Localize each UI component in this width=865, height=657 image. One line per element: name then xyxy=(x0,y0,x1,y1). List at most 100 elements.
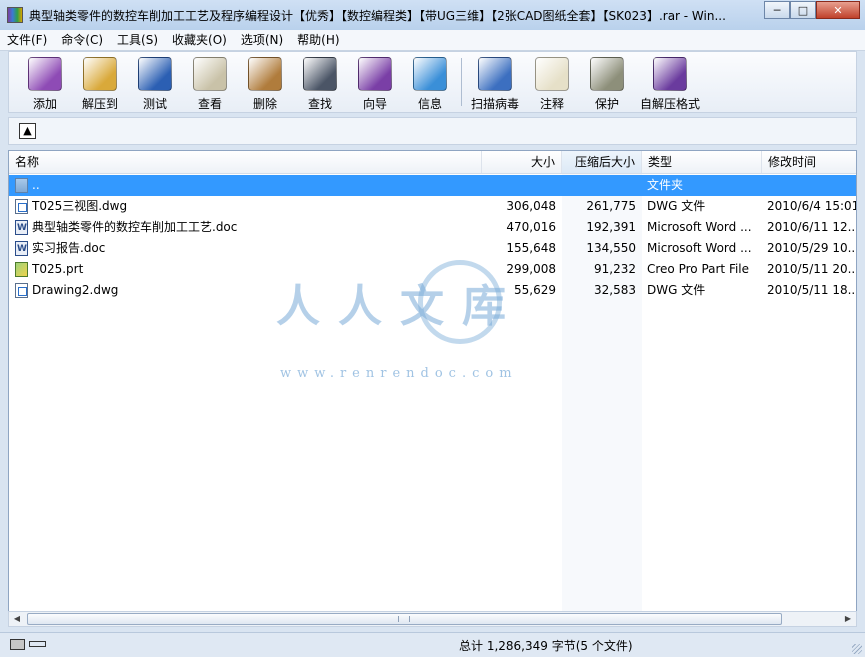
menu-commands[interactable]: 命令(C) xyxy=(54,30,110,50)
table-row[interactable]: 实习报告.doc 155,648 134,550 Microsoft Word … xyxy=(9,238,857,260)
scan-virus-button-label: 扫描病毒 xyxy=(470,97,519,111)
file-packed-size: 91,232 xyxy=(594,262,636,276)
file-name: .. xyxy=(32,178,40,192)
column-header-type[interactable]: 类型 xyxy=(642,151,762,173)
drive-icon[interactable] xyxy=(10,639,25,650)
sfx-icon xyxy=(653,57,687,91)
comment-button[interactable]: 注释 xyxy=(524,55,580,111)
add-archive-icon xyxy=(28,57,62,91)
protect-button[interactable]: 保护 xyxy=(579,55,635,111)
info-button-label: 信息 xyxy=(417,97,442,111)
file-name: Drawing2.dwg xyxy=(32,283,119,297)
toolbar-separator xyxy=(461,58,462,106)
extract-to-button-label: 解压到 xyxy=(81,97,118,111)
file-type: Microsoft Word ... xyxy=(647,241,752,255)
delete-button[interactable]: 删除 xyxy=(237,55,293,111)
file-size: 155,648 xyxy=(506,241,556,255)
column-header-packed[interactable]: 压缩后大小 xyxy=(562,151,642,173)
menu-bar: 文件(F) 命令(C) 工具(S) 收藏夹(O) 选项(N) 帮助(H) xyxy=(0,30,865,51)
dwg-file-icon xyxy=(15,199,28,214)
sfx-button[interactable]: 自解压格式 xyxy=(635,55,705,111)
window-title: 典型轴类零件的数控车削加工工艺及程序编程设计【优秀】【数控编程类】【带UG三维】… xyxy=(29,9,726,23)
menu-favorites[interactable]: 收藏夹(O) xyxy=(165,30,234,50)
resize-grip-icon[interactable] xyxy=(852,644,862,654)
file-name: T025三视图.dwg xyxy=(32,199,128,213)
menu-options[interactable]: 选项(N) xyxy=(234,30,290,50)
file-packed-size xyxy=(562,175,636,196)
file-rows: .. 文件夹 T025三视图.dwg 306,048 261,775 DWG 文… xyxy=(9,175,857,301)
protect-icon xyxy=(590,57,624,91)
file-type: DWG 文件 xyxy=(647,283,706,297)
table-row[interactable]: Drawing2.dwg 55,629 32,583 DWG 文件 2010/5… xyxy=(9,280,857,301)
word-file-icon xyxy=(15,239,28,260)
file-modified: 2010/6/11 12... xyxy=(767,220,857,234)
table-row[interactable]: T025.prt 299,008 91,232 Creo Pro Part Fi… xyxy=(9,259,857,280)
folder-icon xyxy=(15,178,28,193)
file-packed-size: 134,550 xyxy=(586,241,636,255)
comment-icon xyxy=(535,57,569,91)
part-file-icon xyxy=(15,262,28,277)
up-folder-button[interactable]: ▲ xyxy=(19,123,36,139)
file-type: 文件夹 xyxy=(647,178,684,192)
sfx-button-label: 自解压格式 xyxy=(639,97,700,111)
add-button[interactable]: 添加 xyxy=(17,55,73,111)
word-file-icon xyxy=(15,218,28,239)
file-name: T025.prt xyxy=(32,262,84,276)
file-modified: 2010/5/11 18... xyxy=(767,283,857,297)
dwg-file-icon xyxy=(15,283,28,298)
extract-to-icon xyxy=(83,57,117,91)
wizard-button-label: 向导 xyxy=(362,97,387,111)
scan-virus-button[interactable]: 扫描病毒 xyxy=(467,55,523,111)
key-icon[interactable] xyxy=(29,641,46,647)
scrollbar-grip-icon xyxy=(398,616,410,622)
info-button[interactable]: 信息 xyxy=(402,55,458,111)
view-button[interactable]: 查看 xyxy=(182,55,238,111)
find-button-label: 查找 xyxy=(307,97,332,111)
find-button[interactable]: 查找 xyxy=(292,55,348,111)
delete-button-label: 删除 xyxy=(252,97,277,111)
table-row[interactable]: T025三视图.dwg 306,048 261,775 DWG 文件 2010/… xyxy=(9,196,857,217)
column-header-modified[interactable]: 修改时间 xyxy=(762,151,856,173)
title-bar: 典型轴类零件的数控车削加工工艺及程序编程设计【优秀】【数控编程类】【带UG三维】… xyxy=(0,0,865,31)
file-size xyxy=(482,175,556,196)
file-size: 470,016 xyxy=(506,220,556,234)
extract-to-button[interactable]: 解压到 xyxy=(72,55,128,111)
scroll-right-icon[interactable]: ▶ xyxy=(840,612,856,626)
horizontal-scrollbar[interactable]: ◀ ▶ xyxy=(8,611,857,627)
winrar-app-icon xyxy=(7,7,23,23)
file-name: 典型轴类零件的数控车削加工工艺.doc xyxy=(32,220,238,234)
minimize-button[interactable]: ─ xyxy=(764,1,790,19)
file-packed-size: 32,583 xyxy=(594,283,636,297)
list-header: 名称 大小 压缩后大小 类型 修改时间 xyxy=(9,151,856,174)
arrow-up-icon: ▲ xyxy=(23,124,32,137)
file-list: 名称 大小 压缩后大小 类型 修改时间 .. 文件夹 T025三视图.dwg 3… xyxy=(8,150,857,626)
file-type: Creo Pro Part File xyxy=(647,262,750,276)
wizard-button[interactable]: 向导 xyxy=(347,55,403,111)
status-bar: 总计 1,286,349 字节(5 个文件) xyxy=(0,632,865,657)
file-name: 实习报告.doc xyxy=(32,241,106,255)
maximize-button[interactable]: □ xyxy=(790,1,816,19)
menu-tools[interactable]: 工具(S) xyxy=(110,30,165,50)
info-icon xyxy=(413,57,447,91)
file-size: 55,629 xyxy=(514,283,556,297)
table-row[interactable]: 典型轴类零件的数控车削加工工艺.doc 470,016 192,391 Micr… xyxy=(9,217,857,239)
scan-virus-icon xyxy=(478,57,512,91)
table-row[interactable]: .. 文件夹 xyxy=(9,175,856,196)
file-modified xyxy=(767,175,856,196)
scroll-left-icon[interactable]: ◀ xyxy=(9,612,25,626)
menu-help[interactable]: 帮助(H) xyxy=(290,30,346,50)
menu-file[interactable]: 文件(F) xyxy=(0,30,54,50)
test-button[interactable]: 测试 xyxy=(127,55,183,111)
wizard-icon xyxy=(358,57,392,91)
file-modified: 2010/5/11 20... xyxy=(767,262,857,276)
column-header-name[interactable]: 名称 xyxy=(9,151,482,173)
close-button[interactable]: ✕ xyxy=(816,1,860,19)
address-bar: ▲ xyxy=(8,117,857,145)
file-modified: 2010/6/4 15:01 xyxy=(767,199,857,213)
view-button-label: 查看 xyxy=(197,97,222,111)
file-modified: 2010/5/29 10... xyxy=(767,241,857,255)
scrollbar-thumb[interactable] xyxy=(27,613,782,625)
file-packed-size: 261,775 xyxy=(586,199,636,213)
toolbar: 添加 解压到 测试 查看 删除 查找 向导 信息 扫描病毒 注释 保护 自解压格… xyxy=(8,51,857,113)
column-header-size[interactable]: 大小 xyxy=(482,151,562,173)
